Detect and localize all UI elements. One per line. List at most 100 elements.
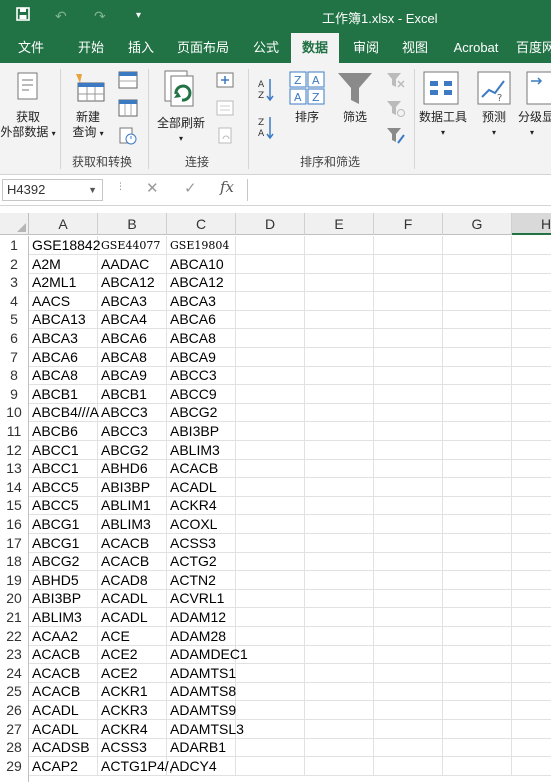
cell-c16[interactable]: ACOXL <box>167 515 236 534</box>
cell-a8[interactable]: ABCA8 <box>29 366 98 386</box>
enter-icon[interactable]: ✓ <box>184 179 197 197</box>
cell-h4[interactable] <box>512 292 551 311</box>
row-header[interactable]: 23 <box>0 645 29 665</box>
cell-e3[interactable] <box>305 273 374 293</box>
column-header-f[interactable]: F <box>374 213 443 235</box>
cell-f23[interactable] <box>374 645 443 665</box>
cell-a25[interactable]: ACACB <box>29 682 98 702</box>
cell-h24[interactable] <box>512 664 551 683</box>
tab-review[interactable]: 审阅 <box>345 33 387 63</box>
cell-e20[interactable] <box>305 589 374 609</box>
cell-b16[interactable]: ABLIM3 <box>98 515 167 534</box>
row-header[interactable]: 9 <box>0 384 29 404</box>
cell-e14[interactable] <box>305 477 374 497</box>
cell-a19[interactable]: ABHD5 <box>29 570 98 590</box>
cell-d29[interactable] <box>236 756 305 776</box>
cell-c3[interactable]: ABCA12 <box>167 273 236 293</box>
insert-function-icon[interactable]: fx <box>220 178 234 196</box>
row-header[interactable]: 26 <box>0 701 29 720</box>
cell-a1[interactable]: GSE18842 <box>29 236 101 255</box>
cell-h26[interactable] <box>512 701 551 720</box>
cell-f3[interactable] <box>374 273 443 293</box>
cell-b13[interactable]: ABHD6 <box>98 459 167 479</box>
cell-d17[interactable] <box>236 533 305 553</box>
cell-g2[interactable] <box>443 254 512 274</box>
cell-b25[interactable]: ACKR1 <box>98 682 167 702</box>
cell-h15[interactable] <box>512 496 551 516</box>
cell-g24[interactable] <box>443 663 512 683</box>
column-header-h[interactable]: H <box>512 213 551 235</box>
cell-b5[interactable]: ABCA4 <box>98 310 167 330</box>
cell-g29[interactable] <box>443 756 512 776</box>
cell-g17[interactable] <box>443 533 512 553</box>
cell-c2[interactable]: ABCA10 <box>167 254 236 274</box>
cell-f24[interactable] <box>374 663 443 683</box>
cell-a12[interactable]: ABCC1 <box>29 440 98 460</box>
undo-icon[interactable]: ↶ <box>55 6 67 26</box>
cell-g27[interactable] <box>443 719 512 739</box>
row-header[interactable]: 18 <box>0 552 29 572</box>
select-all-corner[interactable] <box>0 213 29 235</box>
cell-h12[interactable] <box>512 441 551 460</box>
cell-c27[interactable]: ADAMTSL3 <box>167 719 244 739</box>
tab-acrobat[interactable]: Acrobat <box>446 33 506 63</box>
tab-insert[interactable]: 插入 <box>121 33 161 63</box>
name-box[interactable]: H4392 ▼ <box>2 179 103 201</box>
cell-a15[interactable]: ABCC5 <box>29 496 98 516</box>
cell-e24[interactable] <box>305 663 374 683</box>
cell-b27[interactable]: ACKR4 <box>98 719 167 739</box>
cell-g28[interactable] <box>443 738 512 758</box>
cell-g18[interactable] <box>443 552 512 572</box>
cell-d5[interactable] <box>236 310 305 330</box>
cell-h21[interactable] <box>512 608 551 627</box>
cell-e7[interactable] <box>305 347 374 367</box>
cell-b15[interactable]: ABLIM1 <box>98 496 167 516</box>
cell-c28[interactable]: ADARB1 <box>167 738 236 758</box>
cell-d21[interactable] <box>236 608 305 627</box>
cell-c23[interactable]: ADAMDEC1 <box>167 645 248 665</box>
cell-a18[interactable]: ABCG2 <box>29 552 98 572</box>
cell-f13[interactable] <box>374 459 443 479</box>
cell-g20[interactable] <box>443 589 512 609</box>
row-header[interactable]: 29 <box>0 756 29 776</box>
cell-d22[interactable] <box>236 626 305 646</box>
cell-f29[interactable] <box>374 756 443 776</box>
cell-e15[interactable] <box>305 496 374 516</box>
cell-h28[interactable] <box>512 738 551 758</box>
cell-c29[interactable]: ADCY4 <box>167 756 236 776</box>
cell-b3[interactable]: ABCA12 <box>98 273 167 293</box>
cell-c5[interactable]: ABCA6 <box>167 310 236 330</box>
cell-c18[interactable]: ACTG2 <box>167 552 236 572</box>
row-header[interactable]: 4 <box>0 291 29 311</box>
cell-f19[interactable] <box>374 570 443 590</box>
cell-f5[interactable] <box>374 310 443 330</box>
cell-b8[interactable]: ABCA9 <box>98 366 167 386</box>
row-header[interactable]: 16 <box>0 515 29 534</box>
cell-a29[interactable]: ACAP2 <box>29 756 98 776</box>
cell-f27[interactable] <box>374 719 443 739</box>
cell-g25[interactable] <box>443 682 512 702</box>
cell-d15[interactable] <box>236 496 305 516</box>
cell-c13[interactable]: ACACB <box>167 459 236 479</box>
cell-c7[interactable]: ABCA9 <box>167 347 236 367</box>
row-header[interactable]: 7 <box>0 347 29 367</box>
cell-f21[interactable] <box>374 608 443 627</box>
cell-h11[interactable] <box>512 422 551 441</box>
row-header[interactable]: 24 <box>0 663 29 683</box>
row-header[interactable]: 8 <box>0 366 29 386</box>
cell-h20[interactable] <box>512 589 551 609</box>
cell-e26[interactable] <box>305 701 374 720</box>
cell-h2[interactable] <box>512 255 551 274</box>
cell-g16[interactable] <box>443 515 512 534</box>
cell-c24[interactable]: ADAMTS1 <box>167 663 236 683</box>
customize-qat-icon[interactable]: ▾ <box>136 6 141 26</box>
cell-f28[interactable] <box>374 738 443 758</box>
row-header[interactable]: 1 <box>0 236 29 255</box>
cell-b14[interactable]: ABI3BP <box>98 477 167 497</box>
cell-c14[interactable]: ACADL <box>167 477 236 497</box>
cell-h16[interactable] <box>512 515 551 534</box>
cell-h6[interactable] <box>512 329 551 348</box>
cancel-icon[interactable]: ✕ <box>146 179 159 197</box>
cell-c22[interactable]: ADAM28 <box>167 626 236 646</box>
cell-h3[interactable] <box>512 273 551 293</box>
